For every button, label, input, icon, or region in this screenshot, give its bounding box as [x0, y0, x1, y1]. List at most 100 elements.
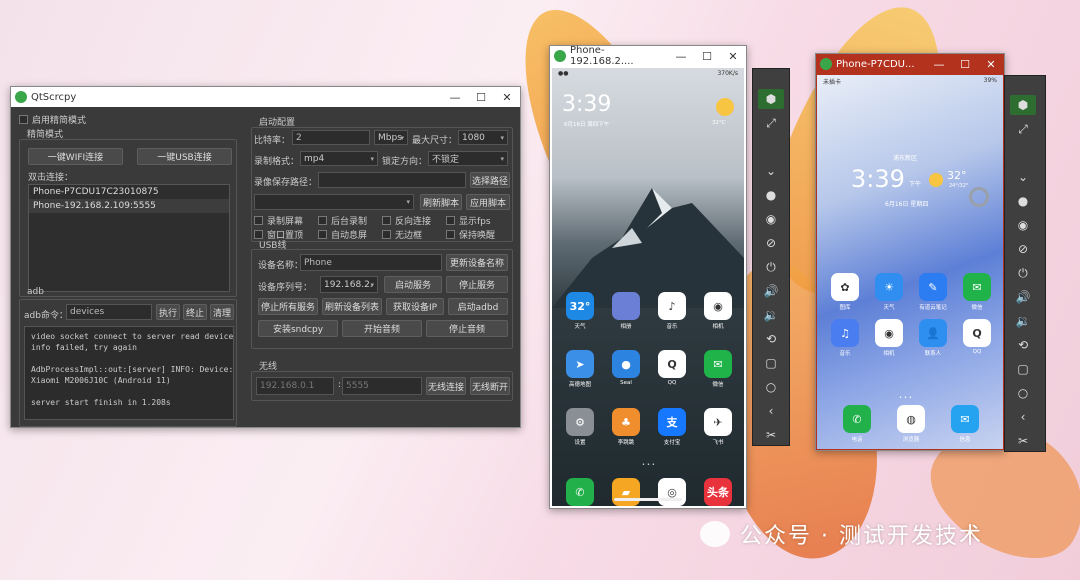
device-list[interactable]: Phone-P7CDU17C23010875 Phone-192.168.2.1…	[28, 184, 230, 292]
auto-screen-off-checkbox[interactable]: 自动息屏	[318, 228, 367, 241]
frameless-checkbox[interactable]: 无边框	[382, 228, 422, 241]
maximize-button[interactable]: ☐	[694, 50, 720, 63]
stop-audio-button[interactable]: 停止音频	[426, 320, 508, 337]
volume-down-icon[interactable]: 🔉	[1010, 311, 1036, 331]
volume-down-icon[interactable]: 🔉	[758, 305, 784, 325]
app-icon[interactable]: ✆ 电话	[843, 405, 871, 443]
start-service-button[interactable]: 启动服务	[384, 276, 442, 293]
app-icon[interactable]: ♣ 李跳跳	[612, 408, 640, 446]
close-button[interactable]: ✕	[978, 58, 1004, 71]
minimize-button[interactable]: —	[926, 58, 952, 71]
floating-ball[interactable]	[969, 187, 989, 207]
scissors-icon[interactable]: ✂	[1010, 431, 1036, 451]
maximize-button[interactable]: ☐	[952, 58, 978, 71]
app-icon[interactable]: ☀ 天气	[875, 273, 903, 311]
simple-mode-checkbox[interactable]: 启用精简模式	[19, 113, 86, 126]
app-icon[interactable]: ✿ 图库	[831, 273, 859, 311]
close-button[interactable]: ✕	[720, 50, 746, 63]
ip-input[interactable]: 192.168.0.1	[256, 377, 334, 395]
adb-cmd-input[interactable]: devices	[66, 304, 152, 320]
wireless-disconnect-button[interactable]: 无线断开	[470, 377, 510, 395]
execute-button[interactable]: 执行	[156, 304, 180, 320]
stay-awake-checkbox[interactable]: 保持唤醒	[446, 228, 495, 241]
refresh-devices-button[interactable]: 刷新设备列表	[322, 298, 382, 315]
home-icon[interactable]: ○	[758, 377, 784, 397]
app-icon[interactable]: ✉ 信息	[951, 405, 979, 443]
home-bar[interactable]	[614, 498, 682, 501]
power-icon[interactable]: ⏻	[1010, 263, 1036, 283]
stop-all-services-button[interactable]: 停止所有服务	[258, 298, 318, 315]
app-icon[interactable]: ♫ 音乐	[831, 319, 859, 357]
minimize-button[interactable]: —	[668, 50, 694, 63]
chevron-down-icon[interactable]: ⌄	[1010, 167, 1036, 187]
app-icon[interactable]: 32° 天气	[566, 292, 594, 330]
install-sndcpy-button[interactable]: 安装sndcpy	[258, 320, 338, 337]
wifi-connect-button[interactable]: 一键WIFI连接	[28, 148, 123, 165]
app-icon[interactable]: ▰	[612, 478, 640, 506]
app-icon[interactable]: ◎	[658, 478, 686, 506]
start-audio-button[interactable]: 开始音频	[342, 320, 422, 337]
app-icon[interactable]: 相册	[612, 292, 640, 330]
app-icon[interactable]: 支支付宝	[658, 408, 686, 446]
usb-connect-button[interactable]: 一键USB连接	[137, 148, 232, 165]
close-button[interactable]: ✕	[494, 91, 520, 104]
back-icon[interactable]: ‹	[1010, 407, 1036, 427]
clear-button[interactable]: 清理	[210, 304, 234, 320]
app-icon[interactable]: ● Seal	[612, 350, 640, 386]
serial-select[interactable]: 192.168.2. ▾	[320, 276, 378, 293]
square-icon[interactable]: ▢	[1010, 359, 1036, 379]
android-icon[interactable]: ⬢	[758, 89, 784, 109]
reverse-connect-checkbox[interactable]: 反向连接	[382, 214, 431, 227]
volume-up-icon[interactable]: 🔊	[758, 281, 784, 301]
apply-script-button[interactable]: 应用脚本	[466, 194, 510, 210]
app-icon[interactable]: ◉ 相机	[704, 292, 732, 330]
back-icon[interactable]: ‹	[758, 401, 784, 421]
app-icon[interactable]: ✆	[566, 478, 594, 506]
refresh-script-button[interactable]: 刷新脚本	[420, 194, 462, 210]
app-icon[interactable]: ✉ 微信	[704, 350, 732, 388]
eye-off-icon[interactable]: ⊘	[1010, 239, 1036, 259]
app-icon[interactable]: Q QQ	[963, 319, 991, 355]
select-path-button[interactable]: 选择路径	[470, 172, 510, 188]
app-icon[interactable]: ➤ 高德地图	[566, 350, 594, 388]
lock-orientation-select[interactable]: 不锁定 ▾	[428, 151, 508, 166]
scissors-icon[interactable]: ✂	[758, 425, 784, 445]
square-icon[interactable]: ▢	[758, 353, 784, 373]
show-fps-checkbox[interactable]: 显示fps	[446, 214, 491, 227]
dot-icon[interactable]: ●	[1010, 191, 1036, 211]
update-name-button[interactable]: 更新设备名称	[446, 254, 508, 271]
device-item[interactable]: Phone-P7CDU17C23010875	[29, 185, 229, 199]
stop-service-button[interactable]: 停止服务	[446, 276, 508, 293]
app-icon[interactable]: ◉ 相机	[875, 319, 903, 357]
app-icon[interactable]: ✎ 有道云笔记	[919, 273, 947, 311]
app-icon[interactable]: ✈ 飞书	[704, 408, 732, 446]
script-select[interactable]: ▾	[254, 194, 414, 210]
port-input[interactable]: 5555	[342, 377, 422, 395]
eye-icon[interactable]: ◉	[1010, 215, 1036, 235]
start-adbd-button[interactable]: 启动adbd	[448, 298, 508, 315]
app-icon[interactable]: ⚙ 设置	[566, 408, 594, 446]
app-icon[interactable]: Q QQ	[658, 350, 686, 386]
stop-button[interactable]: 终止	[183, 304, 207, 320]
eye-icon[interactable]: ◉	[758, 209, 784, 229]
record-format-select[interactable]: mp4 ▾	[300, 151, 378, 166]
background-record-checkbox[interactable]: 后台录制	[318, 214, 367, 227]
device-name-input[interactable]: Phone	[300, 254, 442, 271]
app-icon[interactable]: 头条	[704, 478, 732, 506]
get-ip-button[interactable]: 获取设备IP	[386, 298, 444, 315]
record-screen-checkbox[interactable]: 录制屏幕	[254, 214, 303, 227]
rotate-icon[interactable]: ⟲	[1010, 335, 1036, 355]
fullscreen-icon[interactable]: ⤢	[758, 113, 784, 133]
fullscreen-icon[interactable]: ⤢	[1010, 119, 1036, 139]
bitrate-input[interactable]: 2	[292, 130, 370, 145]
eye-off-icon[interactable]: ⊘	[758, 233, 784, 253]
home-icon[interactable]: ○	[1010, 383, 1036, 403]
power-icon[interactable]: ⏻	[758, 257, 784, 277]
phone1-screen[interactable]: ●● 370K/s 3:39 6月16日 周四下午 32°C 32° 天气 相册 ♪ 音…	[552, 68, 744, 506]
bitrate-unit-select[interactable]: Mbps ▾	[374, 130, 408, 145]
android-icon[interactable]: ⬢	[1010, 95, 1036, 115]
app-icon[interactable]: ◍ 浏览器	[897, 405, 925, 443]
rotate-icon[interactable]: ⟲	[758, 329, 784, 349]
app-icon[interactable]: ✉ 微信	[963, 273, 991, 311]
app-icon[interactable]: 👤 联系人	[919, 319, 947, 357]
